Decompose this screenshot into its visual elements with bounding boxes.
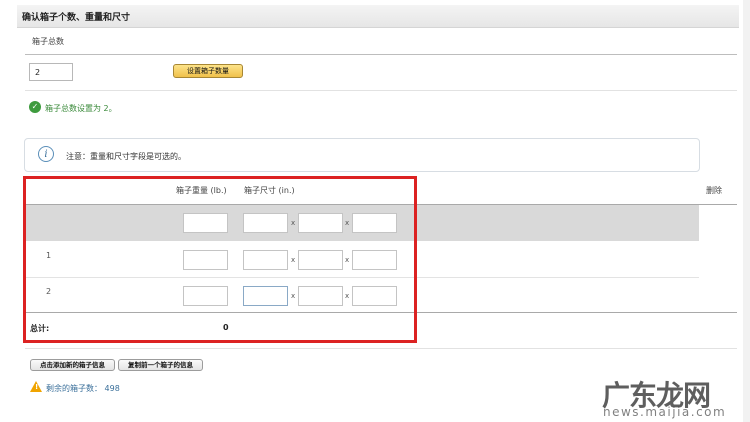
success-message: 箱子总数设置为 2。 [45,104,117,113]
copy-previous-box-button[interactable]: 复制前一个箱子的信息 [118,359,203,371]
weight-field[interactable] [183,250,228,270]
remaining-boxes-text: 剩余的箱子数： 498 [46,384,120,393]
total-weight-value: 0 [223,323,229,332]
set-box-count-button[interactable]: 设置箱子数量 [173,64,243,78]
row-divider [25,277,699,278]
weight-field[interactable] [183,213,228,233]
divider [25,348,737,349]
column-header-delete: 删除 [706,186,722,195]
warning-mark: ! [35,383,39,391]
dimension-separator: x [345,256,350,264]
check-circle-icon: ✓ [29,101,41,113]
notice-text: 注意：重量和尺寸字段是可选的。 [66,152,186,161]
dimension-separator: x [291,256,296,264]
dimension-separator: x [345,219,350,227]
height-field[interactable] [352,213,397,233]
page-title: 确认箱子个数、重量和尺寸 [22,13,131,23]
height-field[interactable] [352,286,397,306]
watermark-url: news.maijia.com [603,405,727,419]
height-field[interactable] [352,250,397,270]
width-field[interactable] [298,213,343,233]
add-box-info-button[interactable]: 点击添加新的箱子信息 [30,359,115,371]
row-number: 2 [46,287,52,296]
row-number: 1 [46,251,52,260]
box-count-input[interactable] [29,63,73,81]
width-field[interactable] [298,286,343,306]
dimension-separator: x [291,219,296,227]
total-divider [25,312,737,313]
page-edge [743,0,750,422]
divider [25,54,737,55]
box-count-label: 箱子总数 [32,37,64,46]
width-field[interactable] [298,250,343,270]
length-field[interactable] [243,286,288,306]
length-field[interactable] [243,250,288,270]
total-label: 总计: [30,324,50,333]
dimension-separator: x [291,292,296,300]
column-header-weight: 箱子重量 (lb.) [176,186,227,195]
length-field[interactable] [243,213,288,233]
dimension-separator: x [345,292,350,300]
info-circle-icon: i [38,146,54,162]
weight-field[interactable] [183,286,228,306]
divider [25,90,737,91]
column-header-dimensions: 箱子尺寸 (in.) [244,186,295,195]
